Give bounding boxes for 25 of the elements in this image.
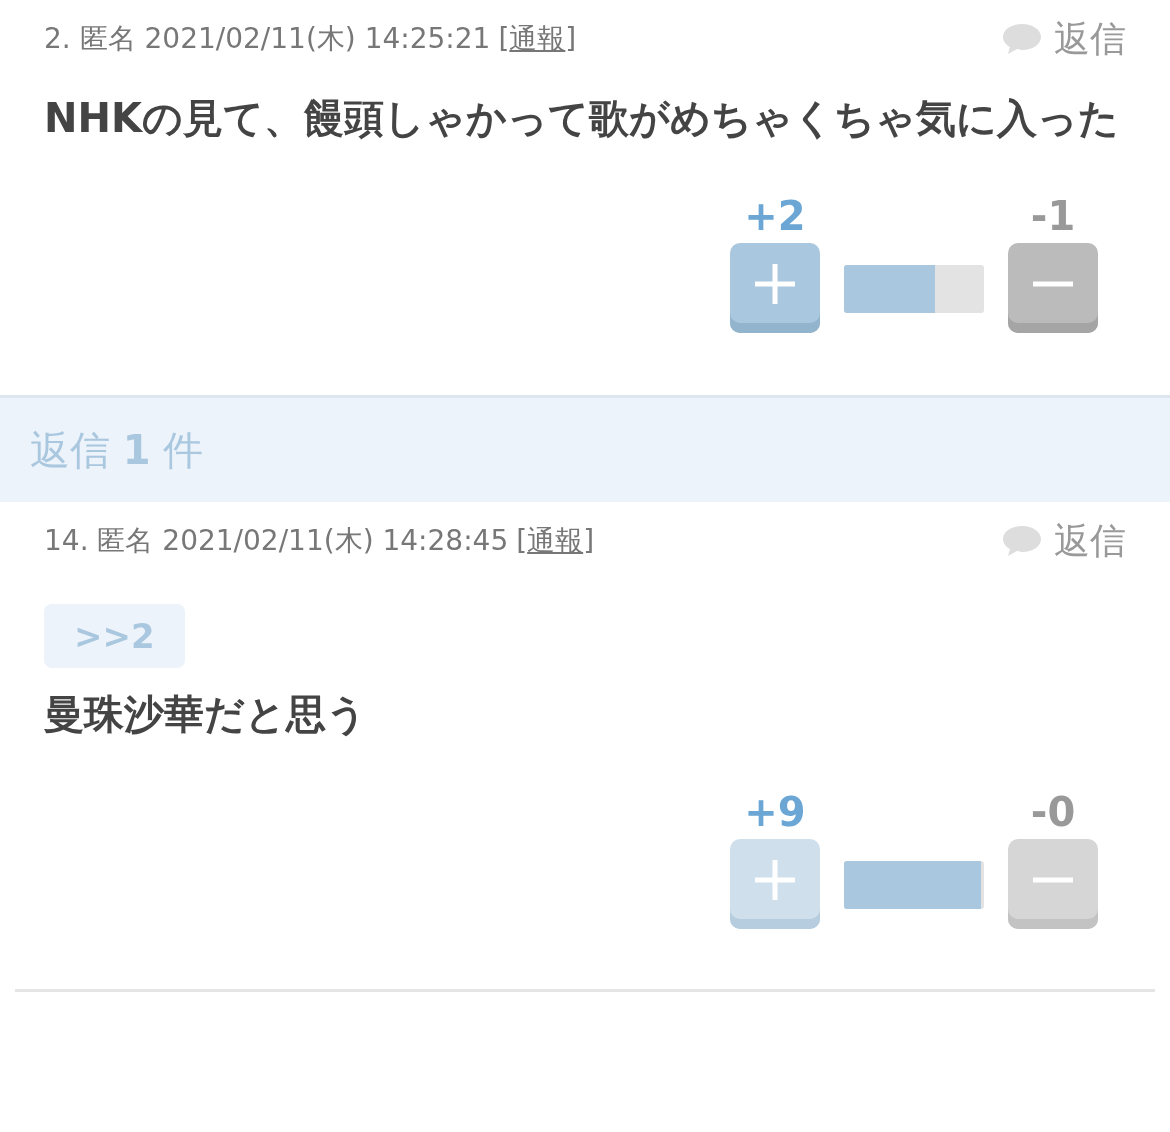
minus-button[interactable] bbox=[1008, 839, 1098, 929]
minus-icon bbox=[1031, 281, 1075, 287]
minus-icon bbox=[1031, 877, 1075, 883]
report-link[interactable]: [通報] bbox=[516, 522, 595, 560]
reply-button[interactable]: 返信 bbox=[1002, 516, 1126, 566]
comment-meta: 14. 匿名 2021/02/11(木) 14:28:45 bbox=[44, 523, 509, 559]
replies-count: 返信 1 件 bbox=[30, 425, 204, 475]
report-link[interactable]: [通報] bbox=[498, 20, 577, 58]
replies-bar[interactable]: 返信 1 件 bbox=[0, 395, 1170, 502]
minus-count: -0 bbox=[1030, 789, 1076, 835]
quote-link[interactable]: >>2 bbox=[44, 604, 185, 668]
plus-count: +2 bbox=[744, 193, 806, 239]
speech-bubble-icon bbox=[1002, 524, 1042, 558]
comment-meta: 2. 匿名 2021/02/11(木) 14:25:21 bbox=[44, 21, 491, 57]
minus-button[interactable] bbox=[1008, 243, 1098, 333]
speech-bubble-icon bbox=[1002, 22, 1042, 56]
comment-body: NHKの見て、饅頭しゃかって歌がめちゃくちゃ気に入った bbox=[44, 94, 1120, 143]
plus-button[interactable] bbox=[730, 839, 820, 929]
plus-icon bbox=[753, 262, 797, 306]
reply-button[interactable]: 返信 bbox=[1002, 14, 1126, 64]
plus-button[interactable] bbox=[730, 243, 820, 333]
plus-count: +9 bbox=[744, 789, 806, 835]
minus-count: -1 bbox=[1030, 193, 1076, 239]
comment-body: 曼珠沙華だと思う bbox=[44, 690, 368, 739]
plus-icon bbox=[753, 858, 797, 902]
